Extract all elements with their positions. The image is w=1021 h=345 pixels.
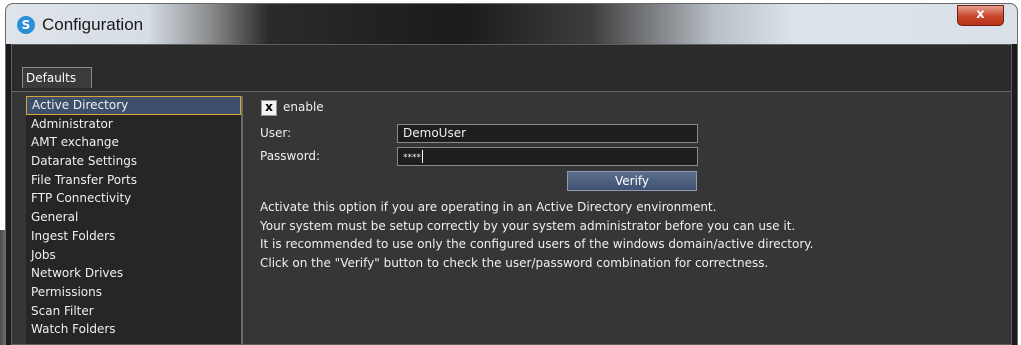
sidebar-item-administrator[interactable]: Administrator (26, 115, 241, 134)
defaults-panel: Active Directory Administrator AMT excha… (12, 91, 1011, 344)
sidebar-item-amt-exchange[interactable]: AMT exchange (26, 133, 241, 152)
password-label: Password: (260, 149, 321, 163)
verify-button[interactable]: Verify (567, 171, 697, 191)
sidebar-item-jobs[interactable]: Jobs (26, 246, 241, 265)
help-line: Your system must be setup correctly by y… (260, 218, 796, 233)
sidebar-item-permissions[interactable]: Permissions (26, 283, 241, 302)
tab-defaults[interactable]: Defaults (22, 67, 92, 88)
configuration-window: S Configuration x Defaults Active Direct… (6, 4, 1017, 345)
sidebar-item-active-directory[interactable]: Active Directory (26, 96, 241, 115)
sidebar-item-ingest-folders[interactable]: Ingest Folders (26, 227, 241, 246)
user-label: User: (260, 126, 292, 140)
title-bar[interactable]: S Configuration x (6, 4, 1017, 44)
help-line: Activate this option if you are operatin… (260, 200, 717, 214)
sidebar-item-datarate-settings[interactable]: Datarate Settings (26, 152, 241, 171)
user-input[interactable]: DemoUser (397, 124, 698, 143)
help-text: Activate this option if you are operatin… (260, 198, 813, 273)
active-directory-settings: x enable User: DemoUser Password: **** V… (246, 96, 1011, 344)
sidebar-item-watch-folders[interactable]: Watch Folders (26, 320, 241, 339)
password-input[interactable]: **** (397, 147, 698, 166)
sidebar-item-network-drives[interactable]: Network Drives (26, 264, 241, 283)
sidebar-item-file-transfer-ports[interactable]: File Transfer Ports (26, 171, 241, 190)
enable-checkbox[interactable]: x (261, 100, 277, 116)
sidebar-item-scan-filter[interactable]: Scan Filter (26, 302, 241, 321)
password-input-value: **** (403, 153, 421, 163)
window-title: Configuration (42, 15, 144, 34)
help-line: It is recommended to use only the config… (260, 237, 814, 252)
close-button[interactable]: x (957, 5, 1004, 26)
enable-label: enable (283, 100, 324, 114)
sidebar-item-ftp-connectivity[interactable]: FTP Connectivity (26, 189, 241, 208)
sidebar-item-general[interactable]: General (26, 208, 241, 227)
client-area: Defaults Active Directory Administrator … (11, 44, 1012, 345)
help-line: Click on the "Verify" button to check th… (260, 256, 769, 271)
app-icon: S (17, 16, 35, 34)
settings-category-list: Active Directory Administrator AMT excha… (26, 96, 243, 344)
tab-row: Defaults (12, 45, 1011, 93)
user-input-value: DemoUser (403, 126, 467, 140)
text-caret (422, 150, 423, 163)
